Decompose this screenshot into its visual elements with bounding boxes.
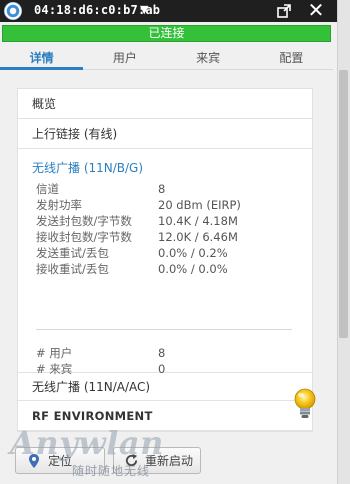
stat-value: 0.0% / 0.2% <box>158 246 228 260</box>
section-overview[interactable]: 概览 <box>18 89 312 119</box>
stat-label: 发送重试/丢包 <box>36 246 109 260</box>
stat-value: 8 <box>158 346 166 360</box>
scrollbar-thumb[interactable] <box>339 70 348 338</box>
stat-label: 接收封包数/字节数 <box>36 230 132 244</box>
stat-value: 0 <box>158 362 166 376</box>
title-bar: 04:18:d6:c0:b7:ab ▼ ✕ <box>0 0 350 22</box>
stat-row: # 用户 8 <box>36 345 165 361</box>
client-counts-table: # 用户 8 # 来宾 0 <box>36 345 165 377</box>
close-icon[interactable]: ✕ <box>306 0 326 20</box>
tab-details[interactable]: 详情 <box>0 45 84 70</box>
wlan-bg-title[interactable]: 无线广播 (11N/B/G) <box>32 159 143 176</box>
connection-status-bar: 已连接 <box>2 25 331 42</box>
stat-value: 10.4K / 4.18M <box>158 214 238 228</box>
stat-row: 接收封包数/字节数 12.0K / 6.46M <box>36 229 241 245</box>
stat-label: 发送封包数/字节数 <box>36 214 132 228</box>
popout-icon[interactable] <box>276 3 292 19</box>
location-pin-icon <box>29 453 39 468</box>
divider <box>36 329 292 330</box>
stat-row: 发送封包数/字节数 10.4K / 4.18M <box>36 213 241 229</box>
tab-bar: 详情 用户 来宾 配置 <box>0 45 333 70</box>
stat-label: 接收重试/丢包 <box>36 262 109 276</box>
radio-stats-table: 信道 8 发射功率 20 dBm (EIRP) 发送封包数/字节数 10.4K … <box>36 181 241 277</box>
stat-value: 20 dBm (EIRP) <box>158 198 241 212</box>
section-wlan-a[interactable]: 无线广播 (11N/A/AC) <box>18 373 312 401</box>
stat-value: 8 <box>158 182 166 196</box>
lightbulb-icon[interactable] <box>290 386 318 422</box>
locate-button[interactable]: 定位 <box>15 447 105 474</box>
stat-row: 信道 8 <box>36 181 241 197</box>
tab-config[interactable]: 配置 <box>250 45 333 69</box>
restart-icon <box>125 453 138 467</box>
stat-row: 发送重试/丢包 0.0% / 0.2% <box>36 245 241 261</box>
stat-label: # 来宾 <box>36 362 73 376</box>
stat-row: 发射功率 20 dBm (EIRP) <box>36 197 241 213</box>
footer-actions: 定位 重新启动 <box>0 435 337 484</box>
tab-guests[interactable]: 来宾 <box>167 45 250 69</box>
stat-label: # 用户 <box>36 346 73 360</box>
stat-label: 发射功率 <box>36 198 82 212</box>
section-uplink[interactable]: 上行链接 (有线) <box>18 119 312 149</box>
stat-label: 信道 <box>36 182 59 196</box>
stat-row: # 来宾 0 <box>36 361 165 377</box>
restart-button[interactable]: 重新启动 <box>113 447 201 474</box>
locate-button-label: 定位 <box>48 454 73 468</box>
stat-value: 0.0% / 0.0% <box>158 262 228 276</box>
details-panel: 概览 上行链接 (有线) 无线广播 (11N/B/G) 信道 8 发射功率 20… <box>17 88 313 432</box>
chevron-down-icon[interactable]: ▼ <box>140 3 148 16</box>
section-wlan-bg: 无线广播 (11N/B/G) 信道 8 发射功率 20 dBm (EIRP) 发… <box>18 149 312 376</box>
restart-button-label: 重新启动 <box>145 454 194 468</box>
app-logo-icon <box>4 2 22 20</box>
stat-value: 12.0K / 6.46M <box>158 230 238 244</box>
tab-users[interactable]: 用户 <box>83 45 166 69</box>
stat-row: 接收重试/丢包 0.0% / 0.0% <box>36 261 241 277</box>
section-rf-environment[interactable]: RF ENVIRONMENT <box>18 401 312 431</box>
